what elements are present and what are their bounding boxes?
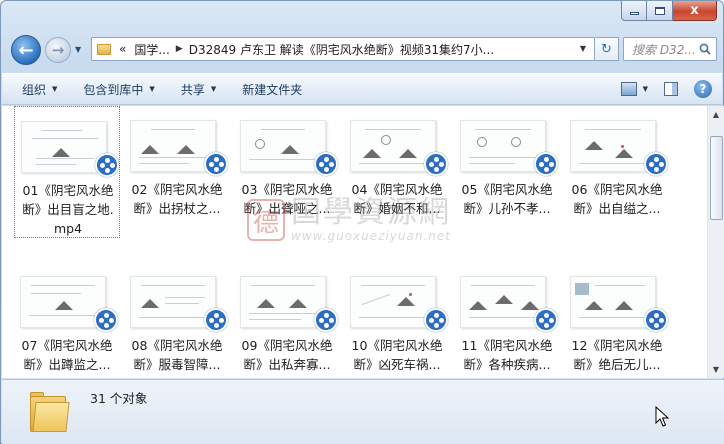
close-button[interactable]: x (673, 1, 717, 21)
command-bar: 组织 ▼ 包含到库中 ▼ 共享 ▼ 新建文件夹 ▼ ? (2, 73, 722, 105)
mouse-cursor-icon (655, 406, 669, 427)
media-player-icon (424, 152, 448, 176)
file-item[interactable]: 12《阴宅风水绝 断》绝后无儿... (564, 262, 670, 378)
folder-icon (30, 390, 70, 432)
media-player-icon (94, 308, 118, 332)
close-icon: x (690, 3, 699, 18)
file-name: 01《阴宅风水绝 断》出目盲之地. mp4 (22, 183, 114, 236)
file-item[interactable]: 03《阴宅风水绝 断》出聋哑之... (234, 106, 340, 238)
file-name: 07《阴宅风水绝 断》出蹲监之... (21, 338, 113, 372)
media-player-icon (95, 153, 119, 177)
preview-pane-icon[interactable] (664, 82, 678, 96)
file-item[interactable]: 08《阴宅风水绝 断》服毒智障... (124, 262, 230, 378)
status-bar: 31 个对象 (2, 379, 724, 444)
explorer-window: x ← → ▼ « 国学... ▶ D32849 卢东卫 解读《阴宅风水绝断》视… (0, 0, 724, 444)
search-input[interactable]: 搜索 D32... (632, 41, 696, 58)
help-icon[interactable]: ? (694, 80, 712, 98)
organize-label: 组织 (22, 82, 47, 97)
share-menu[interactable]: 共享 ▼ (175, 81, 222, 98)
file-name: 02《阴宅风水绝 断》出拐杖之... (131, 182, 223, 216)
chevron-down-icon[interactable]: ▼ (643, 85, 648, 93)
file-name: 03《阴宅风水绝 断》出聋哑之... (241, 182, 333, 216)
breadcrumb: « 国学... ▶ D32849 卢东卫 解读《阴宅风水绝断》视频31集约7小.… (119, 41, 494, 58)
media-player-icon (314, 152, 338, 176)
file-name: 11《阴宅风水绝 断》各种疾病... (461, 338, 553, 372)
caption-buttons: x (621, 1, 717, 21)
file-name: 09《阴宅风水绝 断》出私奔寡... (241, 338, 333, 372)
media-player-icon (204, 152, 228, 176)
file-name: 04《阴宅风水绝 断》婚姻不和... (351, 182, 443, 216)
refresh-button[interactable]: ↻ (595, 37, 619, 61)
forward-button[interactable]: → (45, 37, 71, 63)
media-player-icon (534, 152, 558, 176)
file-name: 12《阴宅风水绝 断》绝后无儿... (571, 338, 663, 372)
file-name: 06《阴宅风水绝 断》出自缢之... (571, 182, 663, 216)
file-item[interactable]: 01《阴宅风水绝 断》出目盲之地. mp4 (14, 106, 120, 238)
scroll-down-icon[interactable]: ▼ (708, 361, 724, 378)
file-item[interactable]: 09《阴宅风水绝 断》出私奔寡... (234, 262, 340, 378)
address-bar[interactable]: « 国学... ▶ D32849 卢东卫 解读《阴宅风水绝断》视频31集约7小.… (91, 37, 595, 61)
media-player-icon (644, 308, 668, 332)
chevron-right-icon[interactable]: ▶ (176, 44, 183, 54)
chevron-down-icon: ▼ (210, 85, 217, 93)
breadcrumb-overflow[interactable]: « (119, 42, 126, 56)
media-player-icon (424, 308, 448, 332)
share-label: 共享 (180, 82, 205, 97)
chevron-down-icon[interactable]: ▼ (580, 44, 586, 53)
search-icon[interactable] (699, 43, 711, 55)
scroll-thumb[interactable] (710, 136, 723, 220)
maximize-button[interactable] (647, 1, 673, 21)
arrow-right-icon: → (51, 41, 65, 59)
back-button[interactable]: ← (11, 35, 41, 65)
view-controls: ▼ ? (620, 80, 712, 98)
file-name: 10《阴宅风水绝 断》凶死车祸... (351, 338, 443, 372)
file-item[interactable]: 02《阴宅风水绝 断》出拐杖之... (124, 106, 230, 238)
vertical-scrollbar[interactable]: ▲ ▼ (707, 106, 724, 378)
file-item[interactable]: 10《阴宅风水绝 断》凶死车祸... (344, 262, 450, 378)
chevron-down-icon: ▼ (52, 85, 58, 93)
minimize-button[interactable] (621, 1, 647, 21)
include-in-library-label: 包含到库中 (83, 82, 144, 97)
media-player-icon (534, 308, 558, 332)
change-view-icon[interactable] (620, 82, 637, 96)
search-box[interactable]: 搜索 D32... (623, 37, 717, 61)
file-name: 08《阴宅风水绝 断》服毒智障... (131, 338, 223, 372)
file-item[interactable]: 06《阴宅风水绝 断》出自缢之... (564, 106, 670, 238)
folder-icon (97, 43, 111, 55)
breadcrumb-item[interactable]: D32849 卢东卫 解读《阴宅风水绝断》视频31集约7小... (189, 41, 494, 58)
item-count: 31 个对象 (90, 391, 148, 406)
file-list[interactable]: 01《阴宅风水绝断》出目盲之地.mp4 02《阴宅风水绝断》出拐杖之... (2, 106, 707, 378)
refresh-icon: ↻ (601, 41, 612, 57)
media-player-icon (644, 152, 668, 176)
file-name: 05《阴宅风水绝 断》儿孙不孝... (461, 182, 553, 216)
chevron-down-icon: ▼ (149, 85, 155, 93)
file-item[interactable]: 11《阴宅风水绝 断》各种疾病... (454, 262, 560, 378)
media-player-icon (314, 308, 338, 332)
arrow-left-icon: ← (18, 39, 34, 61)
navigation-bar: ← → ▼ « 国学... ▶ D32849 卢东卫 解读《阴宅风水绝断》视频3… (9, 33, 717, 67)
breadcrumb-item[interactable]: 国学... (134, 41, 169, 58)
new-folder-label: 新建文件夹 (242, 82, 303, 97)
recent-pages-dropdown[interactable]: ▼ (75, 45, 81, 54)
new-folder-button[interactable]: 新建文件夹 (236, 81, 308, 98)
file-item[interactable]: 04《阴宅风水绝 断》婚姻不和... (344, 106, 450, 238)
file-item[interactable]: 07《阴宅风水绝 断》出蹲监之... (14, 262, 120, 378)
file-item[interactable]: 05《阴宅风水绝 断》儿孙不孝... (454, 106, 560, 238)
media-player-icon (204, 308, 228, 332)
organize-menu[interactable]: 组织 ▼ (16, 81, 63, 98)
scroll-up-icon[interactable]: ▲ (708, 106, 724, 123)
include-in-library-menu[interactable]: 包含到库中 ▼ (77, 81, 160, 98)
